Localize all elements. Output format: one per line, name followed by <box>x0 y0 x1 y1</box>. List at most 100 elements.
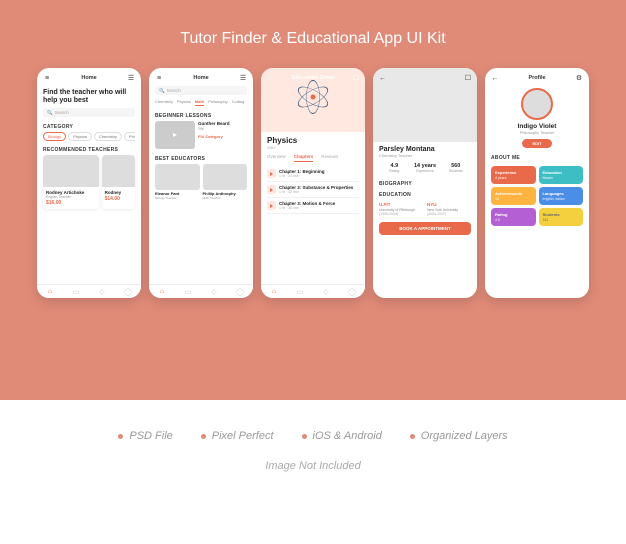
subject-tab[interactable]: Philosophy <box>208 99 228 106</box>
education-short: U.PIT <box>379 202 423 207</box>
teacher-card[interactable]: Rodney $14.00 <box>102 155 135 209</box>
lesson-category-link[interactable]: FIX Category <box>198 134 247 139</box>
nav-bookmark-icon[interactable]: ◇ <box>98 288 106 296</box>
hero-text: Find the teacher who will help you best <box>43 89 135 105</box>
tile-value: 312 <box>543 218 580 222</box>
features-row: PSD File Pixel Perfect iOS & Android Org… <box>0 400 626 452</box>
feature-label: PSD File <box>129 430 172 442</box>
educator-card[interactable]: Phillip Anthrophy Math Teacher <box>203 164 248 200</box>
education-row: U.PITUniversity of Pittsburgh(1999-2004)… <box>379 202 471 216</box>
feature-item: PSD File <box>118 430 172 442</box>
play-icon <box>267 185 276 194</box>
screen-education-detail: ← Education Detail ☐ Physics 29k+ Overvi… <box>261 68 365 298</box>
stat-label: Experience <box>410 169 441 173</box>
chapter-row[interactable]: Chapter 1: Beginning1 hr · 24 min <box>267 166 359 182</box>
bottom-nav: ⌂ ▭ ◇ ◯ <box>37 284 141 298</box>
nav-profile-icon[interactable]: ◯ <box>348 288 356 296</box>
educator-subject: Math Teacher <box>203 196 248 200</box>
feature-label: iOS & Android <box>313 430 382 442</box>
nav-home-icon[interactable]: ⌂ <box>270 288 278 296</box>
tab-reviews[interactable]: Reviews <box>321 154 338 162</box>
search-input[interactable]: 🔍 Search <box>43 108 135 117</box>
screen-user-profile: ← Profile ⚙ Indigo Violet Philosophy Tea… <box>485 68 589 298</box>
tile-value: Master <box>543 176 580 180</box>
tile-label: Education <box>543 170 580 175</box>
promo-banner: Tutor Finder & Educational App UI Kit ≡ … <box>0 0 626 400</box>
educator-card[interactable]: Eleanor Fant Biology Teacher <box>155 164 200 200</box>
feature-item: Organized Layers <box>410 430 508 442</box>
lesson-card[interactable]: Gunther Beard 29k FIX Category <box>155 121 247 149</box>
tile-achievements[interactable]: Achievements16 <box>491 187 536 205</box>
screen-teacher-profile: ← ☐ Parsley Montana Chemistry Teacher 4.… <box>373 68 477 298</box>
screen-home-discover: ≡ Home ☰ Find the teacher who will help … <box>37 68 141 298</box>
section-biography-label: BIOGRAPHY <box>379 181 471 187</box>
book-appointment-button[interactable]: BOOK A APPOINTMENT <box>379 222 471 235</box>
subject-tab[interactable]: Physics <box>177 99 191 106</box>
chapter-duration: 1 hr · 42 min <box>279 190 359 194</box>
nav-bookmark-icon[interactable]: ◇ <box>322 288 330 296</box>
teacher-stats: 4.9Rating 14 yearsExperience 560Students <box>379 163 471 173</box>
nav-bookmark-icon[interactable]: ◇ <box>210 288 218 296</box>
detail-tabs: Overview Chapters Reviews <box>267 154 359 162</box>
back-icon[interactable]: ← <box>379 75 386 82</box>
notification-icon[interactable]: ☰ <box>239 74 247 82</box>
chapter-row[interactable]: Chapter 3: Motion & Force1 hr · 36 min <box>267 198 359 214</box>
subject-tab[interactable]: Math <box>195 99 204 106</box>
teacher-photo <box>43 155 99 187</box>
lesson-views: 29k <box>198 127 247 131</box>
atom-icon <box>296 80 330 114</box>
nav-book-icon[interactable]: ▭ <box>296 288 304 296</box>
tile-experience[interactable]: Experience4 years <box>491 166 536 184</box>
nav-profile-icon[interactable]: ◯ <box>236 288 244 296</box>
tile-languages[interactable]: Languagesenglish, italian <box>539 187 584 205</box>
play-icon <box>267 201 276 210</box>
nav-home-icon[interactable]: ⌂ <box>46 288 54 296</box>
bullet-icon <box>118 434 123 439</box>
tile-label: Languages <box>543 191 580 196</box>
nav-home-icon[interactable]: ⌂ <box>158 288 166 296</box>
feature-item: Pixel Perfect <box>201 430 274 442</box>
about-tiles: Experience4 years EducationMaster Achiev… <box>491 166 583 226</box>
tab-overview[interactable]: Overview <box>267 154 286 162</box>
nav-book-icon[interactable]: ▭ <box>184 288 192 296</box>
nav-profile-icon[interactable]: ◯ <box>124 288 132 296</box>
bullet-icon <box>201 434 206 439</box>
category-pill[interactable]: Philosophy <box>124 132 135 141</box>
lesson-author: Gunther Beard <box>198 121 247 126</box>
search-placeholder: Search <box>167 88 181 93</box>
tab-chapters[interactable]: Chapters <box>294 154 314 162</box>
menu-icon[interactable]: ≡ <box>155 74 163 82</box>
section-category-label: CATEGORY <box>43 124 135 130</box>
subject-meta: 29k+ <box>267 145 359 150</box>
lesson-thumbnail <box>155 121 195 149</box>
subject-tab[interactable]: Coding <box>232 99 245 106</box>
subject-tab[interactable]: Chemistry <box>155 99 173 106</box>
category-pill[interactable]: Biology <box>43 132 66 141</box>
tile-label: Students <box>543 212 580 217</box>
category-pills: Biology Physics Chemistry Philosophy <box>43 132 135 141</box>
tile-students[interactable]: Students312 <box>539 208 584 226</box>
nav-book-icon[interactable]: ▭ <box>72 288 80 296</box>
menu-icon[interactable]: ≡ <box>43 74 51 82</box>
chapter-duration: 1 hr · 36 min <box>279 206 359 210</box>
stat-label: Rating <box>379 169 410 173</box>
back-icon[interactable]: ← <box>491 74 499 82</box>
bookmark-icon[interactable]: ☐ <box>353 74 359 82</box>
bookmark-icon[interactable]: ☐ <box>465 74 471 82</box>
edit-button[interactable]: EDIT <box>522 139 552 148</box>
settings-icon[interactable]: ⚙ <box>575 74 583 82</box>
profile-name: Indigo Violet <box>491 123 583 130</box>
chapter-row[interactable]: Chapter 2: Substance & Properties1 hr · … <box>267 182 359 198</box>
category-pill[interactable]: Physics <box>68 132 92 141</box>
tile-education[interactable]: EducationMaster <box>539 166 584 184</box>
search-input[interactable]: 🔍 Search <box>155 86 247 95</box>
notification-icon[interactable]: ☰ <box>127 74 135 82</box>
tile-rating[interactable]: Rating4.9 <box>491 208 536 226</box>
category-pill[interactable]: Chemistry <box>94 132 122 141</box>
back-icon[interactable]: ← <box>267 75 274 82</box>
education-year: (1999-2004) <box>379 212 423 216</box>
educator-cards: Eleanor Fant Biology Teacher Phillip Ant… <box>155 164 247 200</box>
feature-label: Pixel Perfect <box>212 430 274 442</box>
feature-item: iOS & Android <box>302 430 382 442</box>
teacher-card[interactable]: Rodney Artichoke English Teacher $16.00 <box>43 155 99 209</box>
